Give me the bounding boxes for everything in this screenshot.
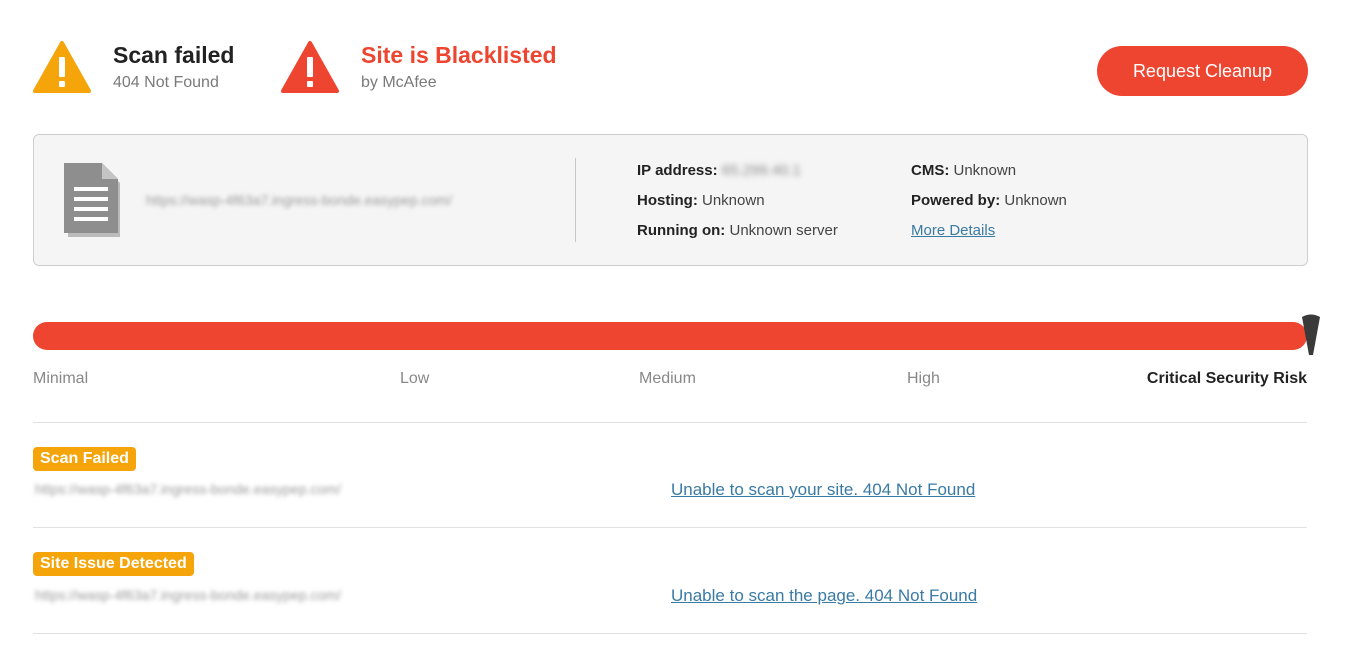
status-badge: Scan Failed bbox=[33, 447, 136, 471]
ip-address-value: 65.299.40.1 bbox=[721, 162, 802, 179]
risk-level-low: Low bbox=[400, 370, 430, 387]
running-on-value: Unknown server bbox=[729, 222, 838, 239]
issue-url: https://wasp-4f63a7.ingress-bonde.easype… bbox=[35, 481, 341, 497]
divider bbox=[33, 633, 1307, 634]
site-info-card: https://wasp-4f63a7.ingress-bonde.easype… bbox=[33, 134, 1308, 266]
site-url: https://wasp-4f63a7.ingress-bonde.easype… bbox=[146, 192, 452, 208]
issue-message-link[interactable]: Unable to scan the page. 404 Not Found bbox=[671, 586, 977, 606]
divider bbox=[33, 527, 1307, 528]
blacklist-status-subtitle: by McAfee bbox=[361, 74, 437, 91]
powered-by-label: Powered by: bbox=[911, 192, 1001, 209]
cms-row: CMS: Unknown bbox=[911, 162, 1016, 179]
risk-level-high: High bbox=[907, 370, 940, 387]
hosting-row: Hosting: Unknown bbox=[637, 192, 765, 209]
powered-by-row: Powered by: Unknown bbox=[911, 192, 1067, 209]
status-badge: Site Issue Detected bbox=[33, 552, 194, 576]
hosting-value: Unknown bbox=[702, 192, 765, 209]
cms-value: Unknown bbox=[953, 162, 1017, 179]
request-cleanup-button[interactable]: Request Cleanup bbox=[1097, 46, 1308, 96]
blacklist-status-title: Site is Blacklisted bbox=[361, 42, 557, 68]
more-details-link[interactable]: More Details bbox=[911, 222, 995, 239]
hosting-label: Hosting: bbox=[637, 192, 698, 209]
risk-needle-icon bbox=[1302, 314, 1320, 355]
card-divider bbox=[575, 158, 576, 242]
warning-triangle-icon bbox=[33, 41, 91, 93]
document-icon bbox=[64, 163, 120, 237]
issue-message-link[interactable]: Unable to scan your site. 404 Not Found bbox=[671, 480, 975, 500]
risk-level-medium: Medium bbox=[639, 370, 696, 387]
cms-label: CMS: bbox=[911, 162, 950, 179]
risk-meter-track bbox=[33, 322, 1307, 350]
powered-by-value: Unknown bbox=[1004, 192, 1067, 209]
scan-status-title: Scan failed bbox=[113, 42, 235, 68]
running-on-row: Running on: Unknown server bbox=[637, 222, 838, 239]
ip-address-row: IP address: 65.299.40.1 bbox=[637, 162, 801, 179]
divider bbox=[33, 422, 1307, 423]
risk-level-minimal: Minimal bbox=[33, 370, 89, 387]
scan-status-subtitle: 404 Not Found bbox=[113, 74, 219, 91]
warning-triangle-icon bbox=[281, 41, 339, 93]
risk-level-critical: Critical Security Risk bbox=[1146, 370, 1307, 387]
ip-address-label: IP address: bbox=[637, 162, 718, 179]
issue-url: https://wasp-4f63a7.ingress-bonde.easype… bbox=[35, 587, 341, 603]
risk-meter-fill bbox=[33, 322, 1307, 350]
running-on-label: Running on: bbox=[637, 222, 726, 239]
